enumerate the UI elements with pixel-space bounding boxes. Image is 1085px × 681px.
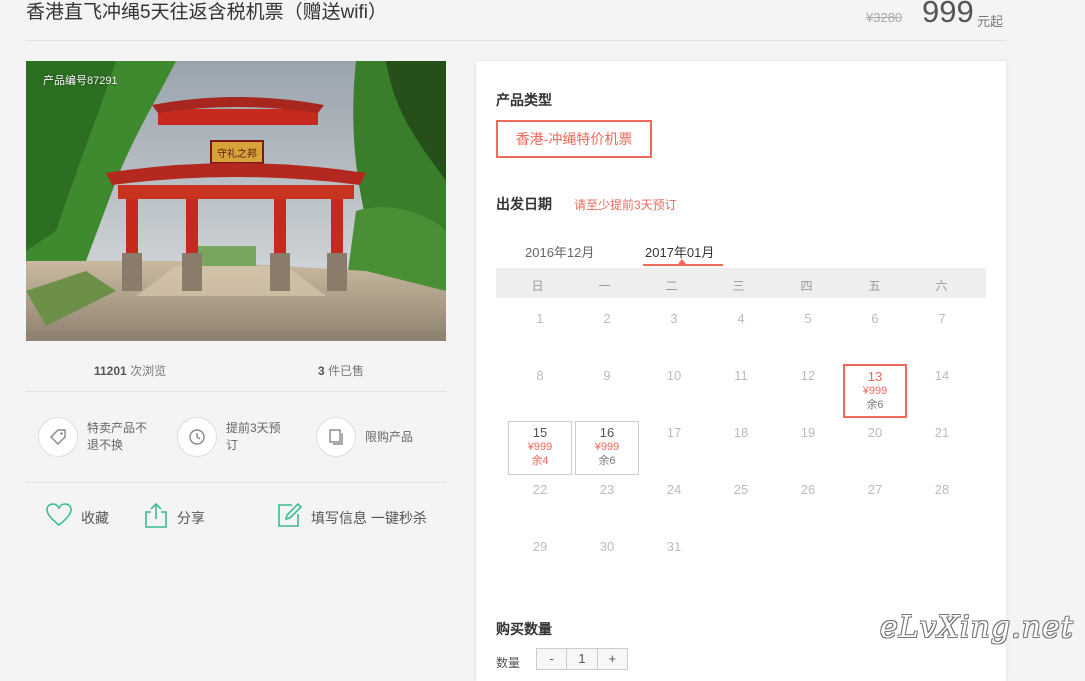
sold-label: 件已售 bbox=[328, 364, 365, 378]
calendar-day: 24 bbox=[666, 482, 682, 497]
calendar-day: 10 bbox=[666, 368, 682, 383]
quantity-title: 购买数量 bbox=[496, 621, 552, 637]
day-number: 15 bbox=[532, 425, 548, 440]
header-divider bbox=[26, 40, 1006, 41]
calendar-day: 26 bbox=[800, 482, 816, 497]
calendar-day: 11 bbox=[734, 368, 748, 383]
day-stock: 余6 bbox=[598, 455, 616, 467]
feature-no-refund: 特卖产品不退不换 bbox=[87, 421, 148, 452]
calendar-day: 27 bbox=[867, 482, 883, 497]
current-price: 999 bbox=[922, 0, 974, 29]
weekday-sun: 日 bbox=[531, 279, 544, 293]
views-label: 次浏览 bbox=[130, 364, 167, 378]
clock-icon bbox=[177, 417, 217, 457]
weekday-mon: 一 bbox=[598, 279, 611, 293]
feature-advance-booking: 提前3天预订 bbox=[226, 421, 281, 452]
product-photo: 守礼之邦 bbox=[26, 61, 446, 341]
price-unit: 元起 bbox=[977, 14, 1004, 29]
weekday-wed: 三 bbox=[732, 279, 745, 293]
calendar-day: 7 bbox=[938, 311, 946, 326]
calendar-day: 31 bbox=[666, 539, 682, 554]
day-price: ¥999 bbox=[862, 385, 888, 397]
calendar-day-available[interactable]: 16 ¥999 余6 bbox=[575, 421, 639, 475]
date-hint: 请至少提前3天预订 bbox=[574, 198, 677, 212]
calendar-day: 6 bbox=[871, 311, 879, 326]
calendar-day-available-selected[interactable]: 13 ¥999 余6 bbox=[843, 364, 907, 418]
product-code: 产品编号87291 bbox=[43, 75, 118, 87]
heart-icon bbox=[46, 503, 72, 527]
tab-month-dec[interactable]: 2016年12月 bbox=[525, 242, 594, 261]
features-divider bbox=[26, 482, 446, 483]
weekday-fri: 五 bbox=[868, 279, 881, 293]
calendar-day: 2 bbox=[603, 311, 611, 326]
weekday-thu: 四 bbox=[800, 279, 813, 293]
edit-icon bbox=[278, 502, 302, 527]
calendar-day: 18 bbox=[733, 425, 749, 440]
photo-sign-text: 守礼之邦 bbox=[217, 147, 257, 160]
calendar-day: 8 bbox=[536, 368, 544, 383]
month-tab-pointer bbox=[678, 259, 686, 264]
calendar-day: 4 bbox=[737, 311, 745, 326]
quantity-label: 数量 bbox=[496, 656, 521, 670]
stats-divider bbox=[26, 391, 446, 392]
product-type-title: 产品类型 bbox=[496, 92, 552, 108]
month-tab-indicator bbox=[643, 264, 723, 266]
day-stock: 余4 bbox=[531, 455, 549, 467]
quantity-stepper[interactable]: - 1 + bbox=[536, 648, 628, 670]
weekday-sat: 六 bbox=[935, 279, 948, 293]
calendar-day: 17 bbox=[666, 425, 682, 440]
weekday-tue: 二 bbox=[665, 279, 678, 293]
views-count: 11201 bbox=[94, 364, 127, 378]
calendar-day: 30 bbox=[599, 539, 615, 554]
calendar-day: 25 bbox=[733, 482, 749, 497]
day-number: 13 bbox=[867, 369, 883, 384]
feature-limited: 限购产品 bbox=[365, 430, 414, 444]
calendar-day: 5 bbox=[804, 311, 812, 326]
calendar-day: 20 bbox=[867, 425, 883, 440]
calendar-day: 29 bbox=[532, 539, 548, 554]
quick-fill-label: 填写信息 一键秒杀 bbox=[311, 510, 427, 526]
day-price: ¥999 bbox=[594, 441, 620, 453]
calendar-day: 12 bbox=[800, 368, 816, 383]
calendar-day-available[interactable]: 15 ¥999 余4 bbox=[508, 421, 572, 475]
sold-count: 3 bbox=[318, 364, 325, 378]
copy-icon bbox=[316, 417, 356, 457]
quantity-value[interactable]: 1 bbox=[567, 649, 598, 669]
day-stock: 余6 bbox=[866, 399, 884, 411]
calendar-day: 21 bbox=[934, 425, 950, 440]
day-price: ¥999 bbox=[527, 441, 553, 453]
product-type-option[interactable]: 香港-冲绳特价机票 bbox=[496, 120, 652, 158]
favorite-label: 收藏 bbox=[81, 510, 109, 526]
plus-button[interactable]: + bbox=[598, 649, 627, 669]
calendar-day: 14 bbox=[934, 368, 950, 383]
calendar-day: 19 bbox=[800, 425, 816, 440]
day-number: 16 bbox=[599, 425, 615, 440]
calendar-day: 3 bbox=[670, 311, 678, 326]
calendar-day: 28 bbox=[934, 482, 950, 497]
product-title: 香港直飞冲绳5天往返含税机票（赠送wifi） bbox=[26, 2, 388, 23]
calendar-day: 1 bbox=[536, 311, 544, 326]
tag-icon bbox=[38, 417, 78, 457]
share-label: 分享 bbox=[177, 510, 205, 526]
calendar-day: 9 bbox=[603, 368, 611, 383]
watermark: eLvXing.net bbox=[880, 610, 1074, 645]
calendar-day: 22 bbox=[532, 482, 548, 497]
date-title: 出发日期 bbox=[496, 196, 552, 212]
calendar-day: 23 bbox=[599, 482, 615, 497]
views-stat: 11201 次浏览 bbox=[94, 362, 166, 379]
original-price: ¥3280 bbox=[866, 10, 903, 25]
sold-stat: 3 件已售 bbox=[318, 362, 364, 379]
minus-button[interactable]: - bbox=[537, 649, 568, 669]
share-icon bbox=[145, 502, 167, 528]
